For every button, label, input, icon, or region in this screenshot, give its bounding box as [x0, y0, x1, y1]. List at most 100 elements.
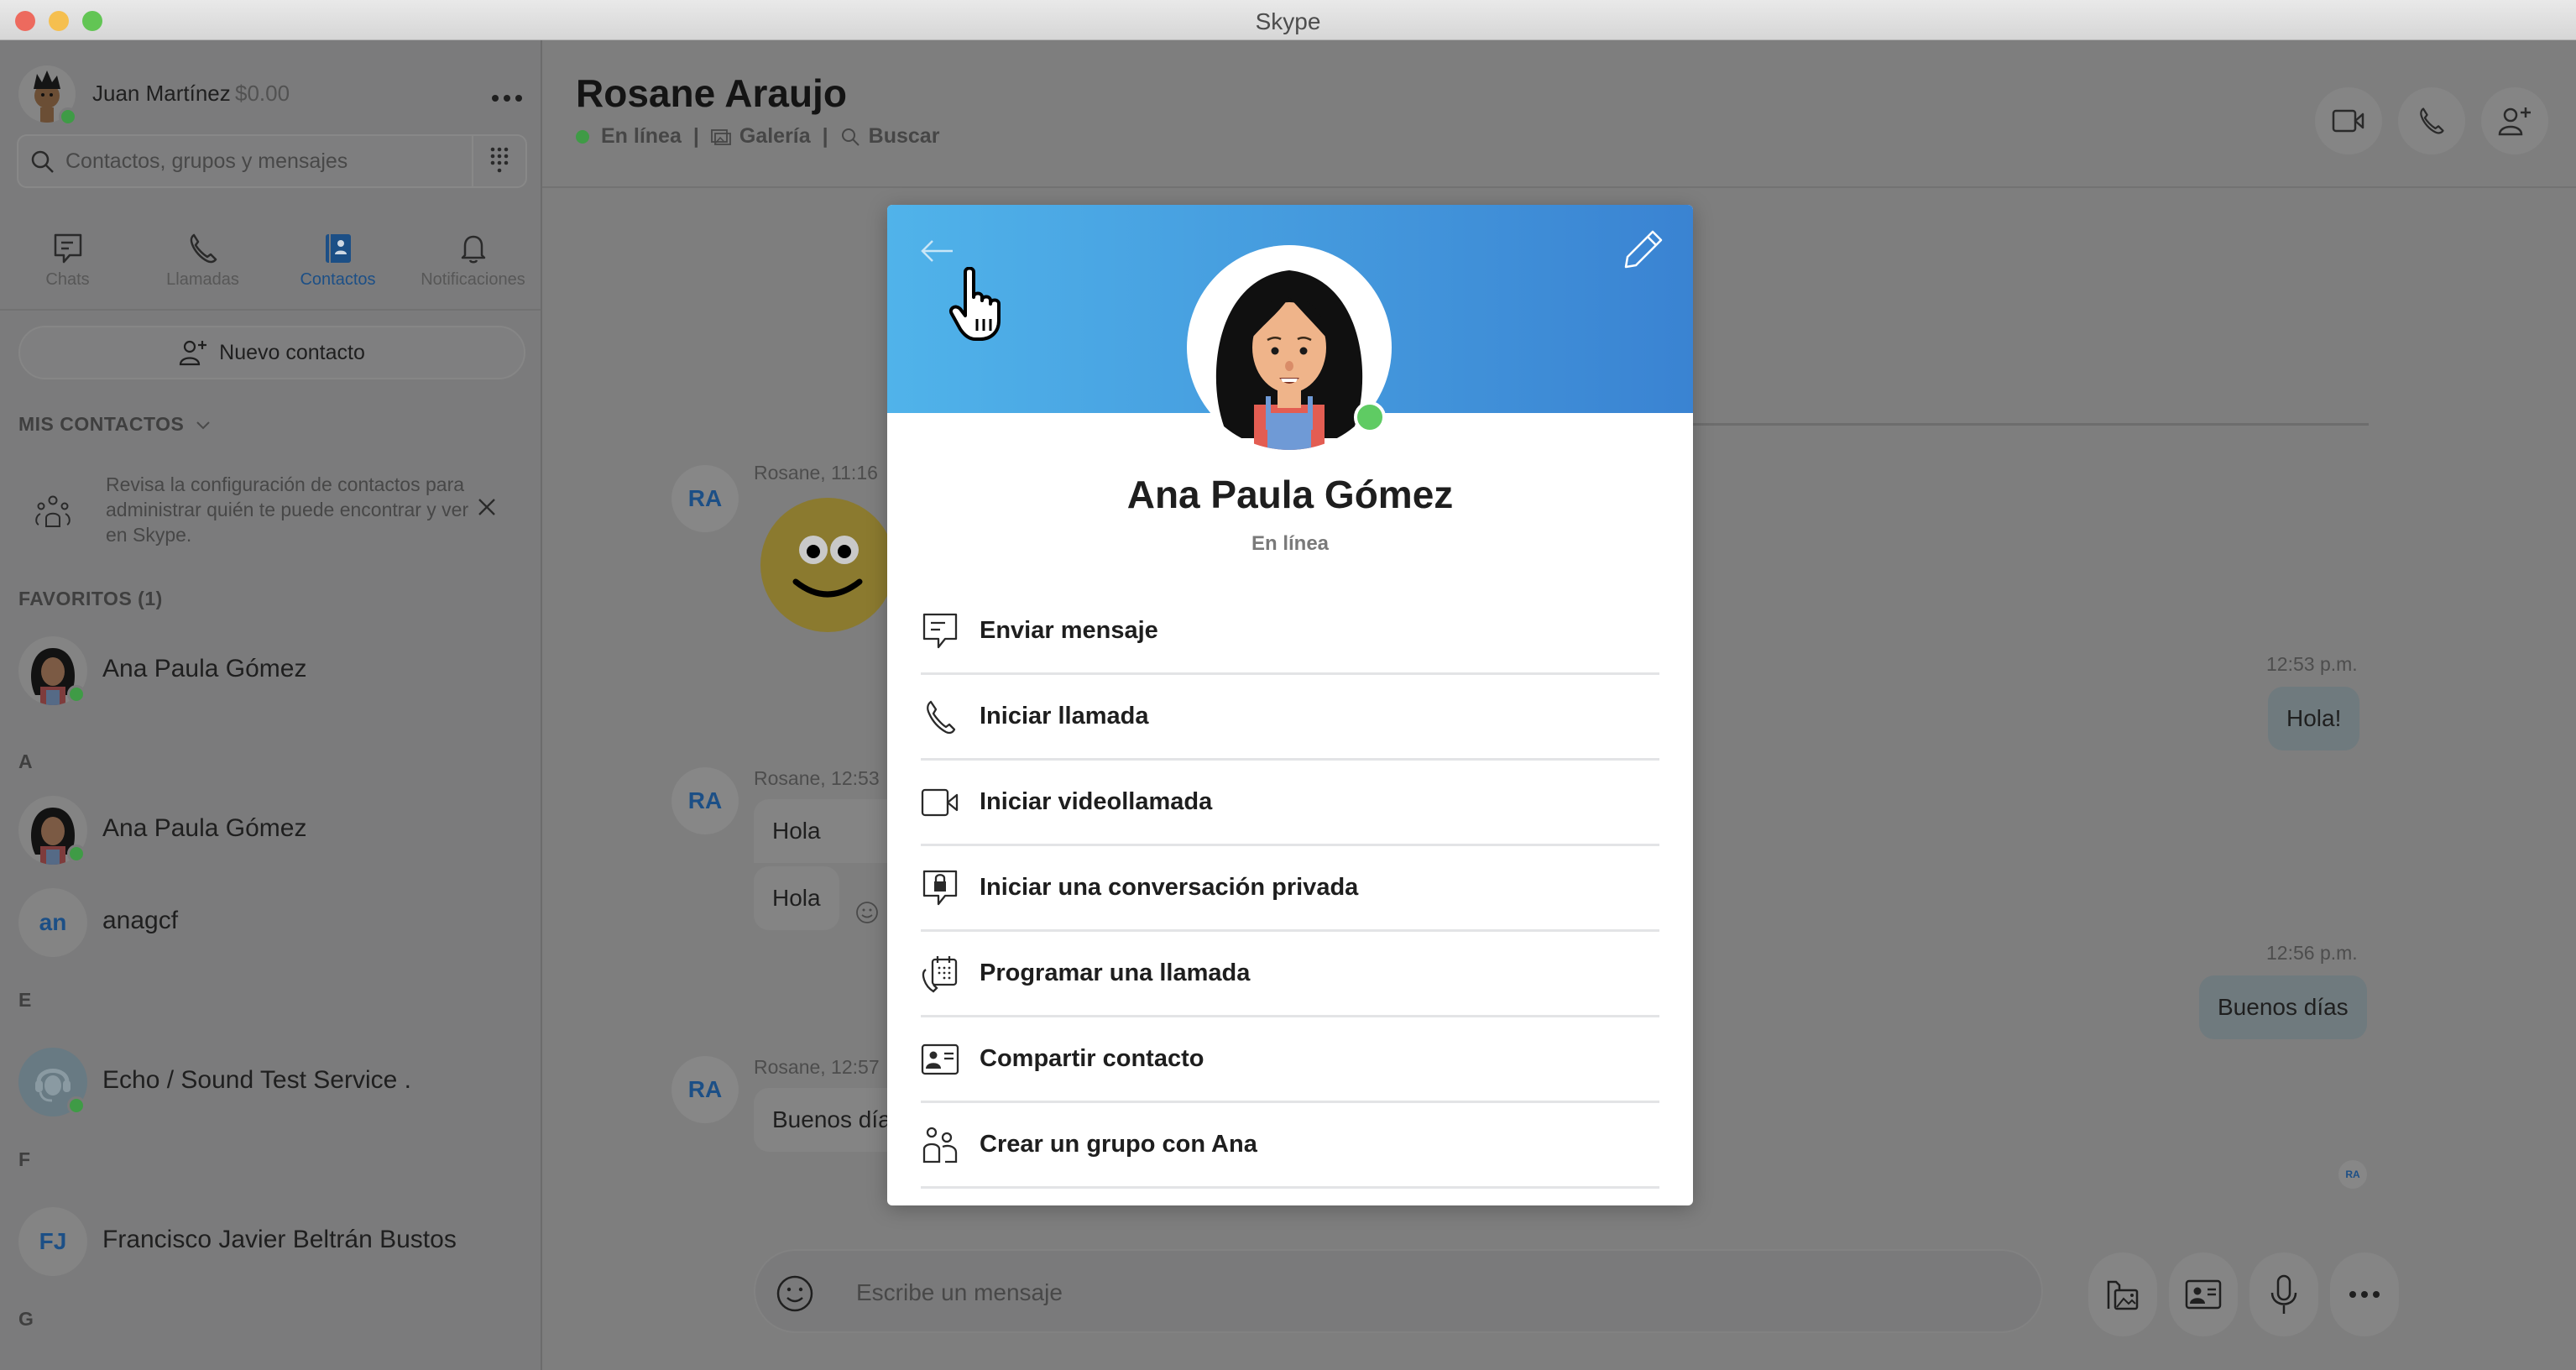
letter-header: G — [18, 1308, 34, 1330]
chat-header: Rosane Araujo En línea | Galería | Busca… — [542, 40, 2576, 188]
contact-card-icon — [2185, 1279, 2222, 1310]
more-options-button[interactable] — [490, 76, 524, 111]
search-input[interactable] — [65, 136, 477, 186]
dismiss-notice-button[interactable] — [477, 497, 497, 521]
message-avatar[interactable]: RA — [671, 1056, 739, 1123]
start-video-call-action[interactable]: Iniciar videollamada — [921, 761, 1659, 846]
profile-actions-list: Enviar mensaje Iniciar llamada Iniciar v… — [921, 589, 1659, 1189]
my-contacts-dropdown[interactable]: MIS CONTACTOS — [18, 413, 212, 436]
start-call-action[interactable]: Iniciar llamada — [921, 675, 1659, 761]
favorites-header: FAVORITOS (1) — [18, 588, 163, 609]
file-image-icon — [2107, 1280, 2139, 1310]
message-bubble-incoming[interactable]: Hola — [754, 866, 839, 930]
tab-contacts[interactable]: Contactos — [270, 217, 405, 309]
send-message-action[interactable]: Enviar mensaje — [921, 589, 1659, 675]
action-label: Crear un grupo con Ana — [980, 1131, 1257, 1158]
more-composer-options-button[interactable] — [2330, 1252, 2399, 1336]
add-people-button[interactable] — [2481, 87, 2548, 154]
tab-chats[interactable]: Chats — [0, 217, 135, 309]
new-contact-label: Nuevo contacto — [219, 340, 365, 364]
contact-name: Ana Paula Gómez — [102, 814, 307, 842]
contact-item[interactable]: Ana Paula Gómez — [18, 794, 522, 865]
date-divider — [1596, 423, 2369, 426]
start-private-conversation-action[interactable]: Iniciar una conversación privada — [921, 846, 1659, 932]
online-indicator — [576, 129, 589, 144]
action-label: Compartir contacto — [980, 1045, 1204, 1072]
gallery-icon — [710, 128, 731, 145]
separator: | — [822, 124, 828, 148]
read-receipt-avatar: RA — [2338, 1160, 2367, 1189]
send-file-button[interactable] — [2088, 1252, 2157, 1336]
contact-settings-notice: Revisa la configuración de contactos par… — [18, 467, 530, 559]
sidebar-tabs: Chats Llamadas Contactos Notificaciones — [0, 217, 541, 311]
letter-header: F — [18, 1148, 31, 1170]
microphone-icon — [2270, 1274, 2297, 1314]
search-icon — [841, 128, 860, 146]
search-icon — [30, 149, 55, 179]
contact-item[interactable]: Echo / Sound Test Service . — [18, 1046, 522, 1116]
add-person-icon — [2498, 107, 2531, 136]
letter-header: E — [18, 989, 32, 1011]
private-chat-lock-icon — [921, 869, 959, 907]
message-bubble-incoming[interactable]: Hola — [754, 799, 888, 863]
phone-icon — [921, 698, 959, 736]
contact-item[interactable]: Ana Paula Gómez — [18, 635, 522, 705]
edit-contact-button[interactable] — [1622, 228, 1673, 279]
video-call-button[interactable] — [2315, 87, 2382, 154]
user-name: Juan Martínez — [92, 81, 231, 106]
tab-chats-label: Chats — [45, 270, 90, 289]
create-group-action[interactable]: Crear un grupo con Ana — [921, 1103, 1659, 1189]
window-title: Skype — [1255, 8, 1321, 34]
chat-title[interactable]: Rosane Araujo — [576, 71, 847, 116]
emoji-picker-icon[interactable] — [776, 1274, 814, 1313]
tab-notifications[interactable]: Notificaciones — [405, 217, 541, 309]
profile-name: Ana Paula Gómez — [1126, 473, 1454, 516]
chat-icon — [921, 612, 959, 651]
audio-call-button[interactable] — [2398, 87, 2465, 154]
message-bubble-outgoing[interactable]: Hola! — [2268, 687, 2360, 750]
action-label: Iniciar llamada — [980, 703, 1149, 729]
add-person-icon — [180, 340, 207, 366]
new-contact-button[interactable]: Nuevo contacto — [18, 326, 525, 379]
dialpad-button[interactable] — [472, 136, 525, 186]
message-avatar[interactable]: RA — [671, 465, 739, 532]
pencil-icon — [1624, 230, 1663, 269]
contact-name: Ana Paula Gómez — [102, 655, 307, 682]
search-box — [17, 134, 527, 188]
tab-contacts-label: Contactos — [300, 270, 376, 289]
tab-calls[interactable]: Llamadas — [135, 217, 270, 309]
action-label: Programar una llamada — [980, 960, 1251, 986]
search-chat-link[interactable]: Buscar — [840, 124, 940, 149]
message-meta: Rosane, 12:53 — [754, 767, 880, 789]
contact-name: Francisco Javier Beltrán Bustos — [102, 1226, 457, 1253]
contact-item[interactable]: an anagcf — [18, 886, 522, 957]
add-reaction-icon[interactable] — [854, 900, 880, 925]
voice-message-button[interactable] — [2249, 1252, 2318, 1336]
contact-avatar-initials: FJ — [18, 1207, 87, 1276]
more-horizontal-icon — [492, 95, 522, 102]
share-contact-action[interactable]: Compartir contacto — [921, 1017, 1659, 1103]
emoji-message[interactable] — [760, 498, 895, 632]
gallery-label: Galería — [739, 124, 811, 148]
arrow-left-icon — [921, 240, 953, 262]
message-bubble-outgoing[interactable]: Buenos días — [2199, 975, 2367, 1039]
chevron-down-icon — [196, 421, 210, 430]
user-credit: $0.00 — [235, 81, 290, 106]
schedule-call-action[interactable]: Programar una llamada — [921, 932, 1659, 1017]
message-avatar[interactable]: RA — [671, 767, 739, 834]
gallery-link[interactable]: Galería — [710, 124, 811, 149]
message-meta: 12:56 p.m. — [2266, 942, 2358, 964]
phone-icon — [2420, 107, 2444, 134]
contact-item[interactable]: FJ Francisco Javier Beltrán Bustos — [18, 1205, 522, 1276]
notice-text: Revisa la configuración de contactos par… — [106, 473, 469, 546]
online-indicator — [1354, 401, 1386, 433]
message-meta: Rosane, 12:57 — [754, 1056, 880, 1078]
send-contact-button[interactable] — [2169, 1252, 2238, 1336]
search-label: Buscar — [868, 124, 940, 148]
hand-cursor-icon — [948, 266, 1012, 347]
chat-icon — [54, 233, 81, 264]
people-group-icon — [35, 495, 71, 527]
letter-header: A — [18, 750, 33, 772]
video-icon — [921, 783, 959, 822]
message-input[interactable] — [856, 1268, 2014, 1318]
